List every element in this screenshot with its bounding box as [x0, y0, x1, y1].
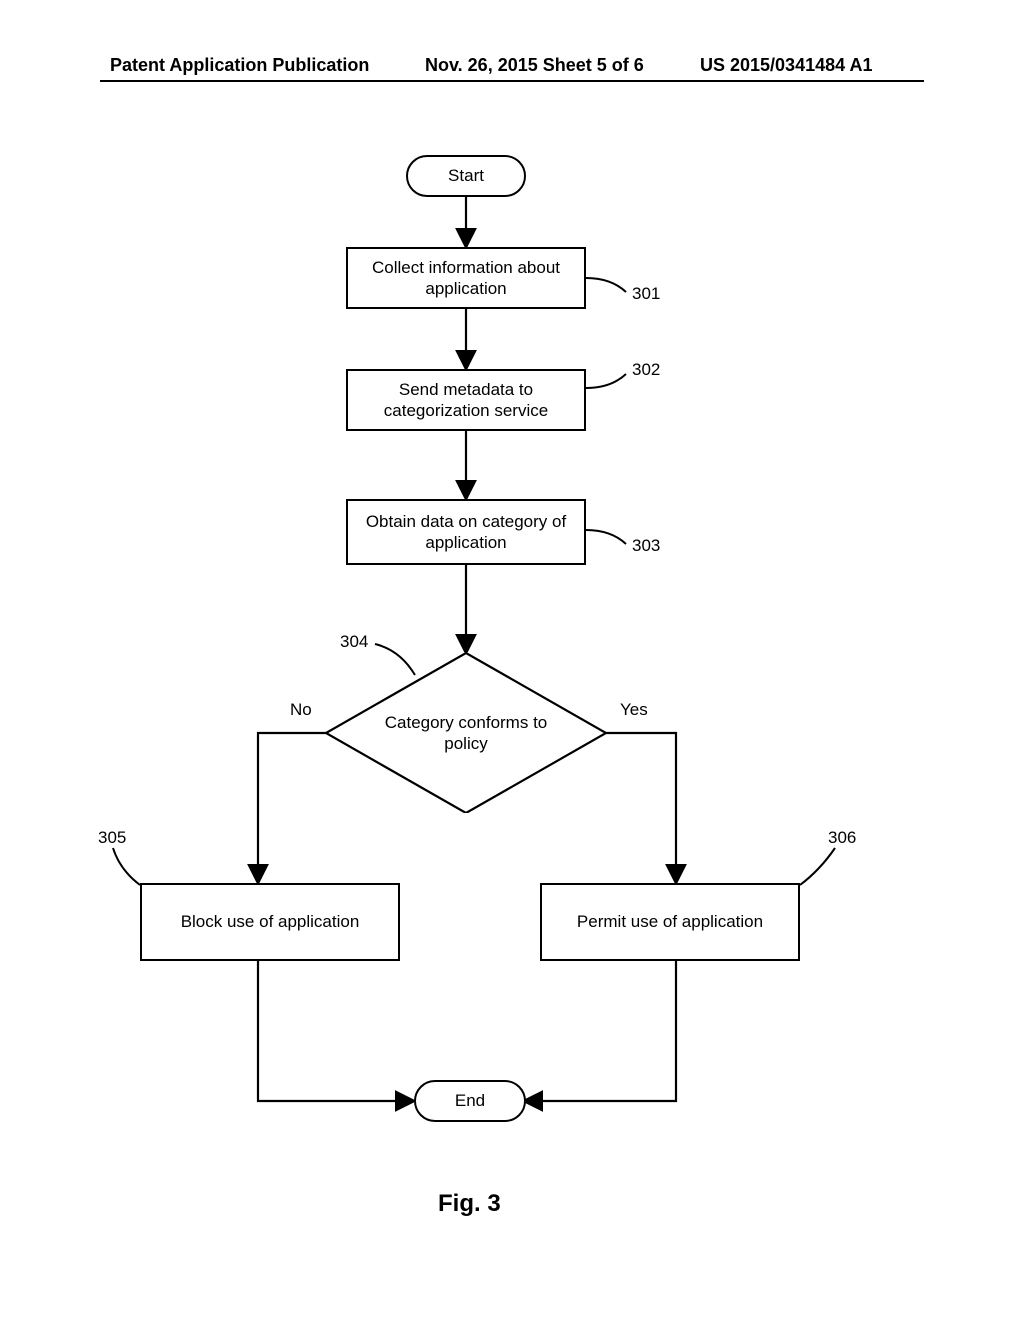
node-end-label: End	[455, 1090, 485, 1111]
label-yes: Yes	[620, 700, 648, 720]
label-ref-303: 303	[632, 536, 660, 556]
node-end: End	[414, 1080, 526, 1122]
label-ref-302: 302	[632, 360, 660, 380]
node-step-301: Collect information about application	[346, 247, 586, 309]
leader-304	[370, 640, 420, 680]
page: Patent Application Publication Nov. 26, …	[0, 0, 1024, 1320]
node-step-303-label: Obtain data on category of application	[356, 511, 576, 554]
node-start: Start	[406, 155, 526, 197]
arrow-302-to-303	[455, 431, 477, 499]
node-step-305-label: Block use of application	[181, 911, 360, 932]
header-center: Nov. 26, 2015 Sheet 5 of 6	[425, 55, 644, 76]
label-ref-306: 306	[828, 828, 856, 848]
node-step-303: Obtain data on category of application	[346, 499, 586, 565]
node-step-306: Permit use of application	[540, 883, 800, 961]
arrow-start-to-301	[455, 197, 477, 247]
header-left: Patent Application Publication	[110, 55, 369, 76]
node-start-label: Start	[448, 165, 484, 186]
label-ref-305: 305	[98, 828, 126, 848]
arrow-305-to-end	[248, 961, 418, 1121]
arrow-304-yes-to-306	[606, 733, 696, 883]
node-step-301-label: Collect information about application	[356, 257, 576, 300]
leader-305	[110, 845, 160, 890]
figure-caption: Fig. 3	[438, 1190, 501, 1218]
header-rule	[100, 80, 924, 82]
header-right: US 2015/0341484 A1	[700, 55, 872, 76]
node-step-302-label: Send metadata to categorization service	[356, 379, 576, 422]
label-no: No	[290, 700, 312, 720]
node-decision-304: Category conforms to policy	[326, 653, 606, 813]
node-step-306-label: Permit use of application	[577, 911, 763, 932]
node-step-302: Send metadata to categorization service	[346, 369, 586, 431]
arrow-301-to-302	[455, 309, 477, 369]
node-decision-304-label: Category conforms to policy	[366, 712, 566, 755]
label-ref-304: 304	[340, 632, 368, 652]
label-ref-301: 301	[632, 284, 660, 304]
leader-306	[800, 845, 850, 890]
arrow-304-no-to-305	[248, 733, 338, 883]
node-step-305: Block use of application	[140, 883, 400, 961]
arrow-306-to-end	[520, 961, 690, 1121]
arrow-303-to-304	[455, 565, 477, 653]
